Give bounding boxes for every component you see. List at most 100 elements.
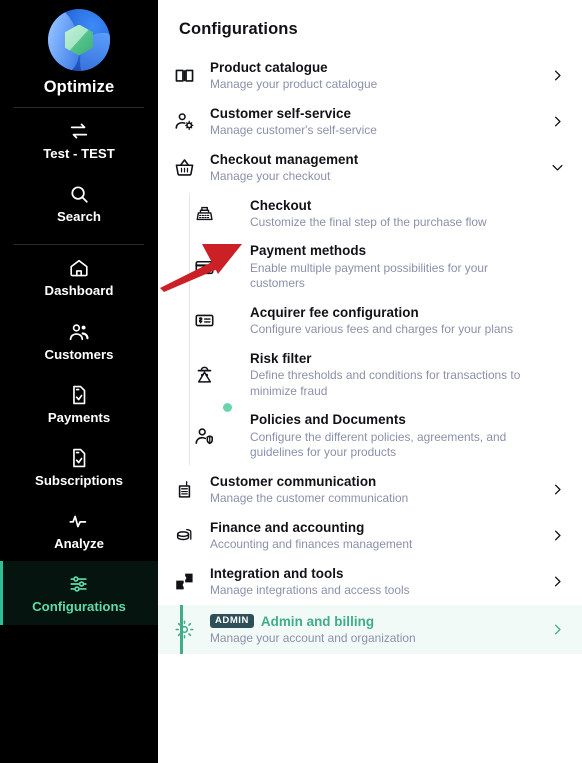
config-row-texts: Checkout Customize the final step of the… [250,197,564,231]
configuration-list: Product catalogue Manage your product ca… [158,53,582,655]
user-gear-icon [158,111,210,132]
sidebar-item-payments[interactable]: Payments [0,372,158,435]
config-row-texts: Policies and Documents Configure the dif… [250,411,564,461]
config-row-subtitle: Define thresholds and conditions for tra… [250,368,521,398]
config-subrow-acquirer-fee-configuration[interactable]: Acquirer fee configuration Configure var… [158,298,582,344]
config-row-texts: Finance and accounting Accounting and fi… [210,519,542,553]
config-row-subtitle: Manage your checkout [210,168,331,183]
config-row-title: Policies and Documents [250,412,406,428]
chevron-right-icon[interactable] [542,483,564,496]
config-subrow-payment-methods[interactable]: Payment methods Enable multiple payment … [158,236,582,298]
config-row-customer-communication[interactable]: Customer communication Manage the custom… [158,467,582,513]
sidebar-item-analyze[interactable]: Analyze [0,498,158,561]
coins-icon [158,525,210,546]
config-row-texts: Integration and tools Manage integration… [210,565,542,599]
chevron-right-icon[interactable] [542,575,564,588]
sidebar-item-customers[interactable]: Customers [0,309,158,372]
config-row-subtitle: Manage your account and organization [210,630,416,645]
document-icon [68,384,90,406]
sidebar-item-dashboard[interactable]: Dashboard [0,245,158,308]
config-row-title: Integration and tools [210,565,344,581]
config-subrow-risk-filter[interactable]: Risk filter Define thresholds and condit… [158,344,582,406]
chevron-right-icon[interactable] [542,623,564,636]
config-row-product-catalogue[interactable]: Product catalogue Manage your product ca… [158,53,582,99]
config-row-subtitle: Manage customer's self-service [210,123,377,138]
config-row-title: Acquirer fee configuration [250,305,419,320]
sidebar-item-label: Dashboard [44,283,114,299]
config-row-texts: Payment methods Enable multiple payment … [250,242,564,292]
sidebar-item-label: Test - TEST [43,146,115,161]
user-shield-icon [158,426,250,447]
config-subrow-checkout[interactable]: Checkout Customize the final step of the… [158,191,582,237]
config-row-subtitle: Configure the different policies, agreem… [250,429,507,460]
search-icon [68,183,90,205]
config-row-title: Admin and billing [260,613,375,629]
admin-title-line: ADMIN Admin and billing [210,613,542,630]
fee-receipt-icon [158,310,250,331]
config-row-title: Customer self-service [210,105,351,121]
config-row-subtitle: Configure various fees and charges for y… [250,322,514,337]
brand[interactable]: Optimize [0,0,158,97]
config-row-finance-and-accounting[interactable]: Finance and accounting Accounting and fi… [158,513,582,559]
cash-register-icon [158,203,250,224]
config-row-subtitle: Manage the customer communication [210,491,409,506]
sidebar-item-label: Subscriptions [35,473,123,489]
puzzle-icon [158,571,210,592]
chevron-right-icon[interactable] [542,69,564,82]
config-subrow-policies-and-documents[interactable]: Policies and Documents Configure the dif… [158,403,582,467]
optimize-logo-icon [48,9,110,71]
config-row-customer-self-service[interactable]: Customer self-service Manage customer's … [158,99,582,145]
sidebar-item-label: Search [57,209,101,225]
config-row-subtitle: Accounting and finances management [210,537,413,551]
sidebar-item-label: Analyze [54,536,104,552]
gear-icon [158,619,210,640]
config-row-texts: Customer communication Manage the custom… [210,473,542,507]
checkout-management-children: Checkout Customize the final step of the… [158,191,582,467]
config-row-title: Payment methods [250,243,367,259]
config-row-subtitle: Manage your product catalogue [210,77,378,92]
home-icon [68,257,90,279]
logo-hexagon [65,24,93,56]
config-row-subtitle: Enable multiple payment possibilities fo… [250,260,488,291]
document-icon [68,447,90,469]
credit-card-icon [158,257,250,278]
status-badge: ADMIN [210,613,254,629]
config-row-title: Risk filter [250,350,312,366]
page-title: Configurations [179,20,298,38]
radio-icon [158,479,210,500]
config-row-subtitle: Customize the final step of the purchase… [250,214,487,229]
config-row-texts: Customer self-service Manage customer's … [210,105,542,139]
config-row-title: Product catalogue [210,60,328,75]
config-row-admin-and-billing[interactable]: ADMIN Admin and billing Manage your acco… [158,604,582,655]
config-row-texts: Acquirer fee configuration Configure var… [250,304,564,338]
chevron-down-icon[interactable] [542,161,564,174]
switch-arrows-icon [68,120,90,142]
users-icon [68,321,90,343]
chevron-right-icon[interactable] [542,115,564,128]
sidebar-item-search[interactable]: Search [0,171,158,234]
sidebar-item-label: Customers [44,346,114,362]
book-icon [158,65,210,86]
sidebar-item-test[interactable]: Test - TEST [0,108,158,171]
sidebar-item-label: Configurations [32,599,126,615]
main-content: Configurations Product catalogue Manage … [158,0,582,763]
config-row-texts: Checkout management Manage your checkout [210,151,542,185]
chevron-right-icon[interactable] [542,529,564,542]
config-row-title: Finance and accounting [210,519,365,535]
status-dot-badge [223,403,232,413]
config-row-texts: ADMIN Admin and billing Manage your acco… [210,613,542,647]
sidebar-item-configurations[interactable]: Configurations [0,561,158,625]
app-window: Optimize Test - TEST Search Dashboard Cu… [0,0,582,763]
basket-icon [158,157,210,178]
config-row-title: Customer communication [210,473,377,489]
sidebar-item-label: Payments [47,409,111,425]
config-row-title: Checkout management [210,151,359,167]
sidebar-item-subscriptions[interactable]: Subscriptions [0,435,158,498]
config-row-subtitle: Manage integrations and access tools [210,582,410,597]
config-row-integration-and-tools[interactable]: Integration and tools Manage integration… [158,559,582,605]
config-row-title: Checkout [250,197,312,213]
pulse-icon [68,510,90,532]
config-row-texts: Product catalogue Manage your product ca… [210,59,542,93]
config-row-checkout-management[interactable]: Checkout management Manage your checkout [158,145,582,191]
brand-name: Optimize [43,78,115,96]
